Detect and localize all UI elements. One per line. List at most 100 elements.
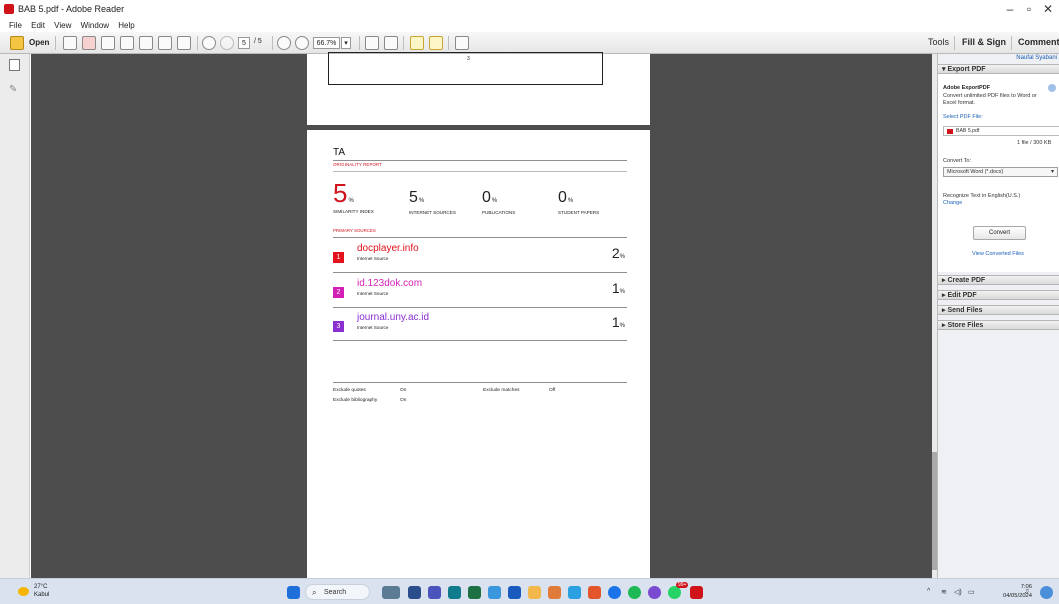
export-pdf-header[interactable]: ▾ Export PDF xyxy=(938,64,1059,74)
divider xyxy=(333,307,627,308)
email-icon[interactable] xyxy=(177,36,191,50)
excel-icon[interactable] xyxy=(468,586,481,599)
menu-window[interactable]: Window xyxy=(81,21,109,30)
source-percent: 1% xyxy=(611,280,625,296)
exclude-quotes-value: On xyxy=(400,388,407,393)
divider xyxy=(333,272,627,273)
pen-app-icon[interactable] xyxy=(488,586,501,599)
teams-icon[interactable] xyxy=(428,586,441,599)
minimize-button[interactable]: – xyxy=(1003,2,1017,16)
file-explorer-icon[interactable] xyxy=(528,586,541,599)
exclude-bibliography-label: Exclude bibliography xyxy=(333,398,378,403)
comment-icon[interactable] xyxy=(410,36,424,50)
report-title: TA xyxy=(333,147,346,158)
edit-pdf-section[interactable]: ▸ Edit PDF xyxy=(938,290,1059,300)
app-icon[interactable] xyxy=(648,586,661,599)
adobe-exportpdf-title: Adobe ExportPDF xyxy=(943,85,991,91)
source-item: 3 journal.uny.ac.id Internet Source 1% xyxy=(333,309,627,341)
source-name: id.123dok.com xyxy=(357,278,423,289)
volume-icon[interactable]: ◁) xyxy=(954,588,962,596)
page-thumbnails-icon[interactable] xyxy=(9,59,20,71)
zoom-out-icon[interactable] xyxy=(277,36,291,50)
export-pdf-body: Adobe ExportPDF Convert unlimited PDF fi… xyxy=(938,74,1059,272)
source-type: Internet Source xyxy=(357,325,389,330)
close-button[interactable]: ✕ xyxy=(1041,2,1055,16)
wifi-icon[interactable]: ≋ xyxy=(941,588,947,596)
source-name: journal.uny.ac.id xyxy=(357,312,430,323)
restore-button[interactable]: ▫ xyxy=(1022,2,1036,16)
highlight-icon[interactable] xyxy=(429,36,443,50)
word-icon[interactable] xyxy=(508,586,521,599)
stat-value: 5 xyxy=(409,189,418,206)
stat-unit: % xyxy=(348,198,354,204)
change-language-link[interactable]: Change xyxy=(943,200,962,206)
menu-help[interactable]: Help xyxy=(118,21,134,30)
send-files-section[interactable]: ▸ Send Files xyxy=(938,305,1059,315)
view-converted-files-link[interactable]: View Converted Files xyxy=(972,251,1024,257)
tools-tab[interactable]: Tools xyxy=(928,37,949,47)
fullscreen-icon[interactable] xyxy=(455,36,469,50)
menu-edit[interactable]: Edit xyxy=(31,21,45,30)
store-files-section[interactable]: ▸ Store Files xyxy=(938,320,1059,330)
open-button[interactable]: Open xyxy=(29,38,49,47)
create-pdf-section[interactable]: ▸ Create PDF xyxy=(938,275,1059,285)
battery-icon[interactable]: ▭ xyxy=(968,588,975,596)
chrome-icon[interactable] xyxy=(608,586,621,599)
create-pdf-icon[interactable] xyxy=(63,36,77,50)
export-pdf-icon[interactable] xyxy=(82,36,96,50)
save-icon[interactable] xyxy=(139,36,153,50)
stat-unit: % xyxy=(491,198,498,204)
zoom-level-input[interactable]: 66.7% xyxy=(313,37,340,49)
copilot-icon[interactable] xyxy=(1040,586,1053,599)
notification-bell-icon[interactable]: ♫ xyxy=(1024,588,1029,595)
help-icon[interactable] xyxy=(1048,84,1056,92)
edge-icon[interactable] xyxy=(448,586,461,599)
weather-temperature[interactable]: 27°C xyxy=(34,584,47,590)
fill-sign-tab[interactable]: Fill & Sign xyxy=(962,37,1006,47)
stat-unit: % xyxy=(567,198,574,204)
source-type: Internet Source xyxy=(357,256,389,261)
office-icon[interactable] xyxy=(588,586,601,599)
toolbar-separator xyxy=(272,36,273,50)
weather-location[interactable]: Kabul xyxy=(34,592,49,598)
cloud-icon[interactable] xyxy=(120,36,134,50)
adobe-reader-taskbar-icon[interactable] xyxy=(690,586,703,599)
selected-file-field[interactable]: BAB 5.pdf xyxy=(943,126,1059,136)
signature-icon[interactable]: ✎ xyxy=(9,84,20,96)
taskbar-search[interactable]: ⌕ Search xyxy=(305,584,370,600)
toolbar-separator xyxy=(403,36,404,50)
navigation-pane: ✎ xyxy=(0,54,30,578)
page-number-input[interactable]: 5 xyxy=(238,37,250,49)
open-folder-icon[interactable] xyxy=(10,36,24,50)
store-icon[interactable] xyxy=(568,586,581,599)
task-view-icon[interactable] xyxy=(408,586,421,599)
exclude-matches-value: Off xyxy=(549,388,556,393)
print-icon[interactable] xyxy=(158,36,172,50)
landscape-widget-icon[interactable] xyxy=(382,586,400,599)
stat-label: SIMILARITY INDEX xyxy=(333,209,374,214)
divider xyxy=(333,237,627,238)
pdf-file-icon xyxy=(947,129,953,134)
fit-width-icon[interactable] xyxy=(384,36,398,50)
menu-view[interactable]: View xyxy=(54,21,71,30)
spotify-icon[interactable] xyxy=(628,586,641,599)
menu-file[interactable]: File xyxy=(9,21,22,30)
source-item: 2 id.123dok.com Internet Source 1% xyxy=(333,275,627,307)
windows-taskbar: 27°C Kabul ⌕ Search 99+ ^ ≋ ◁) ▭ 7:06 04… xyxy=(0,578,1059,604)
telegram-like-icon[interactable] xyxy=(548,586,561,599)
page-total: / 5 xyxy=(254,38,262,45)
weather-sun-icon[interactable] xyxy=(18,587,29,596)
edit-pdf-icon[interactable] xyxy=(101,36,115,50)
user-name[interactable]: Naufal Syabani xyxy=(1016,55,1057,61)
stat-publications: 0% PUBLICATIONS xyxy=(482,189,515,215)
zoom-in-icon[interactable] xyxy=(295,36,309,50)
show-hidden-icons-chevron-up-icon[interactable]: ^ xyxy=(927,588,930,595)
fit-page-icon[interactable] xyxy=(365,36,379,50)
zoom-dropdown-chevron-down-icon[interactable]: ▾ xyxy=(341,37,351,49)
convert-format-select[interactable]: Microsoft Word (*.docx) ▾ xyxy=(943,167,1058,177)
previous-page-icon[interactable] xyxy=(202,36,216,50)
windows-start-icon[interactable] xyxy=(287,586,300,599)
comment-tab[interactable]: Comment xyxy=(1018,37,1059,47)
convert-button[interactable]: Convert xyxy=(973,226,1026,240)
next-page-icon[interactable] xyxy=(220,36,234,50)
